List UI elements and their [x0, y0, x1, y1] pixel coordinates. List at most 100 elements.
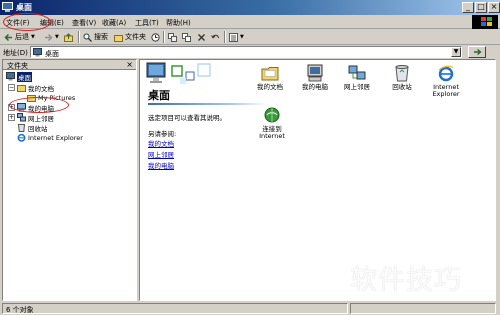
folders-label: 文件夹	[125, 33, 146, 41]
annotation-circle-file-menu	[3, 13, 51, 31]
address-bar: 地址(D) 桌面 ▼	[0, 45, 500, 59]
desktop-item-network[interactable]: 网上邻居	[337, 64, 377, 91]
explorer-window: 桌面 _ □ × 文件(F) 编辑(E) 查看(V) 收藏(A) 工具(T) 帮…	[0, 0, 500, 315]
desktop-icon	[33, 48, 42, 57]
recycle-bin-icon	[395, 65, 409, 82]
close-button[interactable]: ×	[488, 2, 500, 13]
back-button[interactable]: 后退 ▼	[4, 31, 35, 43]
search-label: 搜索	[94, 33, 108, 41]
tree-item-internet-explorer[interactable]: Internet Explorer	[17, 133, 83, 142]
expand-icon[interactable]: +	[8, 114, 15, 121]
folder-icon	[17, 85, 26, 92]
header-decoration-graphic	[171, 63, 211, 84]
toolbar-separator	[224, 31, 226, 43]
windows-logo-icon	[472, 15, 498, 29]
views-button[interactable]: ▼	[229, 31, 244, 43]
tree-item-desktop[interactable]: 桌面	[6, 71, 32, 82]
maximize-button[interactable]: □	[475, 2, 487, 13]
back-label: 后退	[15, 33, 29, 41]
chevron-down-icon: ▼	[55, 34, 59, 40]
address-value: 桌面	[45, 50, 59, 58]
recycle-bin-icon	[17, 124, 26, 132]
link-my-documents[interactable]: 我的文档	[148, 138, 174, 148]
tree-item-label: 网上邻居	[28, 114, 54, 123]
page-title: 桌面	[148, 89, 170, 102]
history-button[interactable]	[151, 31, 160, 43]
desktop-icon	[6, 72, 15, 81]
chevron-down-icon: ▼	[31, 34, 35, 40]
desktop-item-my-documents[interactable]: 我的文档	[250, 64, 290, 91]
desktop-item-label: 连接到 Internet	[259, 125, 285, 140]
status-panel-right	[350, 303, 496, 314]
desktop-item-my-computer[interactable]: 我的电脑	[295, 64, 335, 91]
go-button[interactable]	[468, 46, 486, 58]
search-icon	[83, 33, 92, 42]
go-arrow-icon	[474, 48, 482, 56]
move-to-button[interactable]	[168, 31, 177, 43]
delete-button[interactable]	[197, 31, 206, 43]
back-arrow-icon	[4, 33, 12, 41]
delete-icon	[198, 33, 205, 41]
folders-pane-title: 文件夹	[7, 62, 28, 70]
folders-button[interactable]: 文件夹	[114, 31, 146, 43]
network-icon	[17, 113, 26, 122]
move-to-icon	[168, 32, 177, 42]
desktop-item-internet-explorer[interactable]: Internet Explorer	[426, 64, 466, 98]
desktop-item-label: Internet Explorer	[432, 83, 460, 98]
standard-toolbar: 后退 ▼ ▼ 搜索 文件夹 ▼	[0, 29, 500, 45]
toolbar-separator	[163, 31, 165, 43]
copy-to-icon	[182, 32, 191, 42]
up-button[interactable]	[64, 31, 73, 43]
address-label: 地址(D)	[3, 49, 28, 57]
folders-pane: 文件夹 × 桌面 − 我的文档 My Pictures + 我的电脑 + 网上邻…	[2, 59, 137, 301]
tree-item-label: 回收站	[28, 124, 48, 133]
collapse-icon[interactable]: −	[8, 84, 15, 91]
window-title: 桌面	[16, 3, 32, 12]
desktop-icon	[146, 62, 166, 83]
folders-pane-header: 文件夹 ×	[3, 60, 136, 70]
status-object-count: 6 个对象	[6, 306, 34, 314]
tree-item-network[interactable]: + 网上邻居	[8, 113, 54, 123]
tree-item-recycle-bin[interactable]: 回收站	[17, 123, 48, 133]
tree-item-label: Internet Explorer	[28, 133, 83, 142]
link-my-computer[interactable]: 我的电脑	[148, 160, 174, 170]
views-icon	[229, 32, 238, 42]
link-network[interactable]: 网上邻居	[148, 149, 174, 159]
close-icon[interactable]: ×	[126, 60, 133, 69]
desktop-item-label: 网上邻居	[344, 83, 370, 91]
menu-view[interactable]: 查看(V)	[72, 18, 96, 28]
chevron-down-icon: ▼	[240, 34, 244, 40]
forward-button[interactable]: ▼	[44, 31, 59, 43]
tree-item-my-documents[interactable]: − 我的文档	[8, 83, 54, 93]
toolbar-separator	[78, 31, 80, 43]
undo-button[interactable]	[211, 31, 220, 43]
tree-item-label: 我的文档	[28, 84, 54, 93]
connect-internet-icon	[264, 107, 280, 123]
window-edge	[496, 59, 500, 301]
desktop-item-connect-internet[interactable]: 连接到 Internet	[252, 106, 292, 140]
computer-icon	[307, 64, 323, 82]
copy-to-button[interactable]	[182, 31, 191, 43]
title-bar[interactable]: 桌面 _ □ ×	[0, 0, 500, 15]
search-button[interactable]: 搜索	[83, 31, 108, 43]
ie-icon	[438, 65, 454, 82]
menu-favorites[interactable]: 收藏(A)	[102, 18, 126, 28]
ie-icon	[17, 133, 26, 142]
minimize-button[interactable]: _	[462, 2, 474, 13]
annotation-circle-my-computer	[9, 97, 69, 113]
title-underline	[148, 103, 268, 105]
network-icon	[348, 65, 366, 80]
address-input[interactable]: 桌面 ▼	[30, 46, 462, 58]
selection-description: 选定项目可以查看其说明。	[148, 114, 226, 122]
watermark-text: 软件技巧	[350, 265, 462, 296]
status-bar: 6 个对象	[0, 302, 500, 315]
forward-arrow-icon	[45, 33, 53, 41]
menu-tools[interactable]: 工具(T)	[135, 18, 159, 28]
desktop-item-recycle-bin[interactable]: 回收站	[382, 64, 422, 91]
see-also-label: 另请参阅:	[148, 130, 177, 138]
status-panel: 6 个对象	[2, 303, 348, 314]
address-dropdown-button[interactable]: ▼	[451, 47, 461, 57]
tree-item-label: 桌面	[17, 71, 32, 82]
menu-help[interactable]: 帮助(H)	[166, 18, 191, 28]
desktop-icon	[2, 2, 13, 12]
